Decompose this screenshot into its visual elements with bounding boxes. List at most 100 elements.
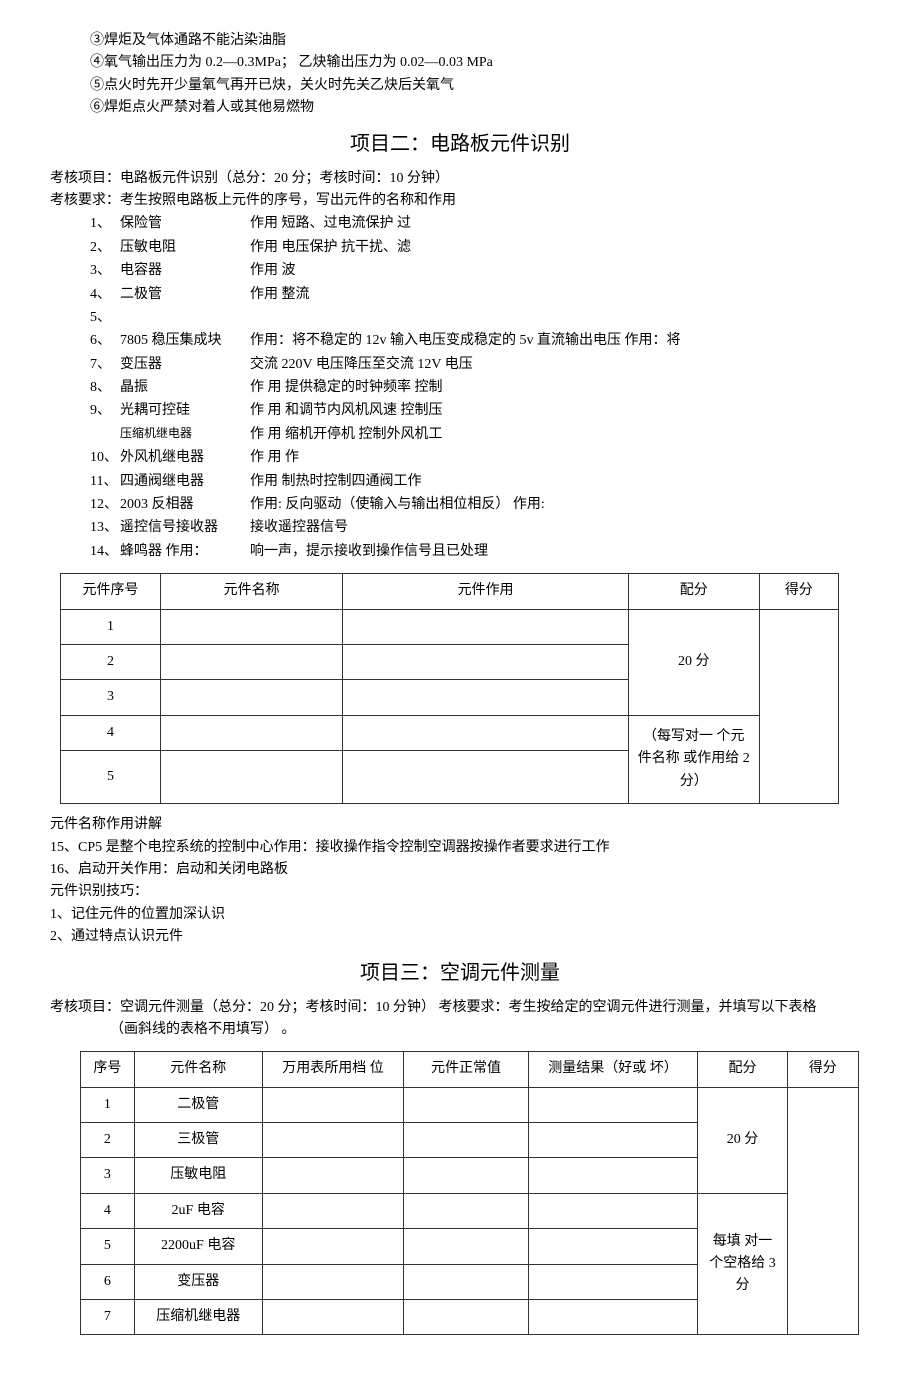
comp-name: 二极管 <box>120 284 250 306</box>
cell <box>262 1229 404 1264</box>
comp-name: 蜂鸣器 作用： <box>120 541 250 563</box>
cell <box>404 1123 528 1158</box>
cell <box>343 751 628 804</box>
table-row: 4 （每写对一 个元件名称 或作用给 2 分） <box>61 715 839 750</box>
comp-name: 晶振 <box>120 377 250 399</box>
cell <box>160 751 342 804</box>
component-row: 5、 <box>90 307 870 329</box>
cell <box>528 1087 698 1122</box>
cell <box>160 609 342 644</box>
comp-name: 压敏电阻 <box>120 237 250 259</box>
table-row: 4 2uF 电容 每填 对一 个空格给 3 分 <box>81 1193 859 1228</box>
cell <box>343 609 628 644</box>
component-row: 1、 保险管 作用 短路、过电流保护 过 <box>90 213 870 235</box>
cell-num: 1 <box>81 1087 135 1122</box>
th-num: 序号 <box>81 1052 135 1087</box>
cell-name: 2uF 电容 <box>134 1193 262 1228</box>
note-line: （画斜线的表格不用填写） 。 <box>50 1019 870 1041</box>
cell <box>404 1229 528 1264</box>
cell <box>343 680 628 715</box>
th-normal: 元件正常值 <box>404 1052 528 1087</box>
th-peifen: 配分 <box>628 574 759 609</box>
cell-num: 3 <box>81 1158 135 1193</box>
explain-line: 2、通过特点认识元件 <box>50 926 870 948</box>
cell-num: 3 <box>61 680 161 715</box>
comp-num: 6、 <box>90 330 120 352</box>
th-num: 元件序号 <box>61 574 161 609</box>
comp-num: 5、 <box>90 307 120 329</box>
th-name: 元件名称 <box>160 574 342 609</box>
comp-func: 作用 制热时控制四通阀工作 <box>250 471 870 493</box>
component-row: 9、 光耦可控硅 作 用 和调节内风机风速 控制压 <box>90 400 870 422</box>
comp-num: 7、 <box>90 354 120 376</box>
cell <box>262 1264 404 1299</box>
score-cell <box>787 1087 859 1335</box>
comp-func: 作 用 缩机开停机 控制外风机工 <box>250 424 870 446</box>
cell-num: 5 <box>61 751 161 804</box>
cell-name: 二极管 <box>134 1087 262 1122</box>
comp-num: 12、 <box>90 494 120 516</box>
cell <box>528 1123 698 1158</box>
comp-num: 11、 <box>90 471 120 493</box>
th-score: 得分 <box>787 1052 859 1087</box>
component-row: 12、 2003 反相器 作用: 反向驱动（使输入与输出相位相反） 作用: <box>90 494 870 516</box>
explain-line: 16、启动开关作用：启动和关闭电路板 <box>50 859 870 881</box>
cell <box>262 1193 404 1228</box>
cell-name: 压敏电阻 <box>134 1158 262 1193</box>
explain-line: 元件识别技巧： <box>50 881 870 903</box>
comp-func: 作用 电压保护 抗干扰、滤 <box>250 237 870 259</box>
component-row: 4、 二极管 作用 整流 <box>90 284 870 306</box>
measurement-table: 序号 元件名称 万用表所用档 位 元件正常值 测量结果（好或 坏） 配分 得分 … <box>80 1051 859 1335</box>
components-table: 元件序号 元件名称 元件作用 配分 得分 1 20 分 2 3 4 （每写对一 … <box>60 573 839 804</box>
comp-num: 3、 <box>90 260 120 282</box>
cell <box>160 644 342 679</box>
exam-item: 考核项目：电路板元件识别（总分：20 分；考核时间：10 分钟） <box>50 168 870 190</box>
comp-func: 作 用 提供稳定的时钟频率 控制 <box>250 377 870 399</box>
th-score: 得分 <box>759 574 838 609</box>
th-func: 元件作用 <box>343 574 628 609</box>
cell <box>528 1300 698 1335</box>
comp-func: 作用 短路、过电流保护 过 <box>250 213 870 235</box>
component-row: 13、 遥控信号接收器 接收遥控器信号 <box>90 517 870 539</box>
comp-num: 8、 <box>90 377 120 399</box>
cell <box>528 1193 698 1228</box>
comp-name: 四通阀继电器 <box>120 471 250 493</box>
comp-func <box>250 307 870 329</box>
peifen-cell: 20 分 <box>628 609 759 715</box>
comp-func: 作 用 和调节内风机风速 控制压 <box>250 400 870 422</box>
comp-name: 压缩机继电器 <box>120 424 250 446</box>
cell <box>404 1158 528 1193</box>
project3-title: 项目三：空调元件测量 <box>50 957 870 989</box>
cell-name: 2200uF 电容 <box>134 1229 262 1264</box>
comp-func: 作用 波 <box>250 260 870 282</box>
cell <box>343 715 628 750</box>
cell-num: 4 <box>61 715 161 750</box>
th-result: 测量结果（好或 坏） <box>528 1052 698 1087</box>
comp-name: 2003 反相器 <box>120 494 250 516</box>
comp-num: 1、 <box>90 213 120 235</box>
cell <box>404 1193 528 1228</box>
cell-num: 4 <box>81 1193 135 1228</box>
comp-num: 14、 <box>90 541 120 563</box>
component-row: 7、 变压器 交流 220V 电压降压至交流 12V 电压 <box>90 354 870 376</box>
component-row: 3、 电容器 作用 波 <box>90 260 870 282</box>
comp-num: 2、 <box>90 237 120 259</box>
comp-num: 9、 <box>90 400 120 422</box>
comp-func: 交流 220V 电压降压至交流 12V 电压 <box>250 354 870 376</box>
rule-line: ③焊炬及气体通路不能沾染油脂 <box>90 30 870 52</box>
table-row: 1 20 分 <box>61 609 839 644</box>
project2-title: 项目二：电路板元件识别 <box>50 128 870 160</box>
cell <box>404 1264 528 1299</box>
table-row: 1 二极管 20 分 <box>81 1087 859 1122</box>
comp-name: 变压器 <box>120 354 250 376</box>
cell <box>404 1087 528 1122</box>
cell-num: 1 <box>61 609 161 644</box>
cell <box>262 1087 404 1122</box>
cell-num: 2 <box>61 644 161 679</box>
comp-func: 响一声，提示接收到操作信号且已处理 <box>250 541 870 563</box>
component-row: 压缩机继电器 作 用 缩机开停机 控制外风机工 <box>90 424 870 446</box>
rule-line: ⑤点火时先开少量氧气再开已炔，关火时先关乙炔后关氧气 <box>90 75 870 97</box>
comp-name: 保险管 <box>120 213 250 235</box>
cell <box>528 1229 698 1264</box>
comp-num: 13、 <box>90 517 120 539</box>
